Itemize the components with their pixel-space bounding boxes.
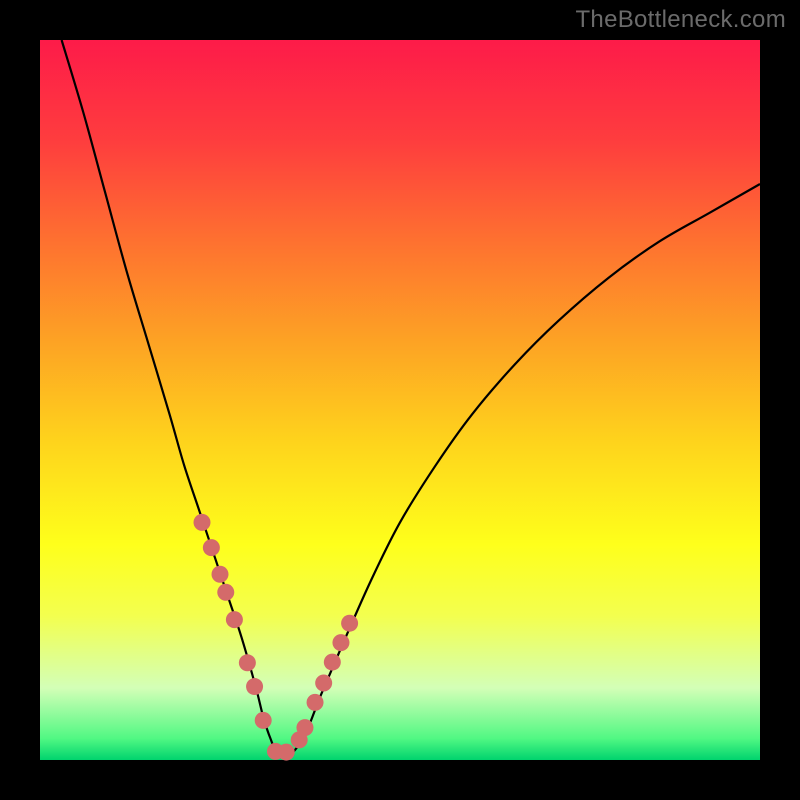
marker-dot (255, 712, 272, 729)
marker-dot (341, 615, 358, 632)
chart-svg (40, 40, 760, 760)
bottleneck-curve (62, 40, 760, 755)
attribution-text: TheBottleneck.com (575, 6, 786, 34)
marker-dot (332, 634, 349, 651)
marker-dot (307, 694, 324, 711)
chart-plot-area (40, 40, 760, 760)
marker-dot (324, 654, 341, 671)
marker-group (194, 514, 359, 761)
marker-dot (203, 539, 220, 556)
marker-dot (217, 584, 234, 601)
marker-dot (239, 654, 256, 671)
marker-dot (226, 611, 243, 628)
marker-dot (212, 566, 229, 583)
marker-dot (194, 514, 211, 531)
marker-dot (296, 719, 313, 736)
marker-dot (278, 744, 295, 761)
marker-dot (315, 674, 332, 691)
marker-dot (246, 678, 263, 695)
